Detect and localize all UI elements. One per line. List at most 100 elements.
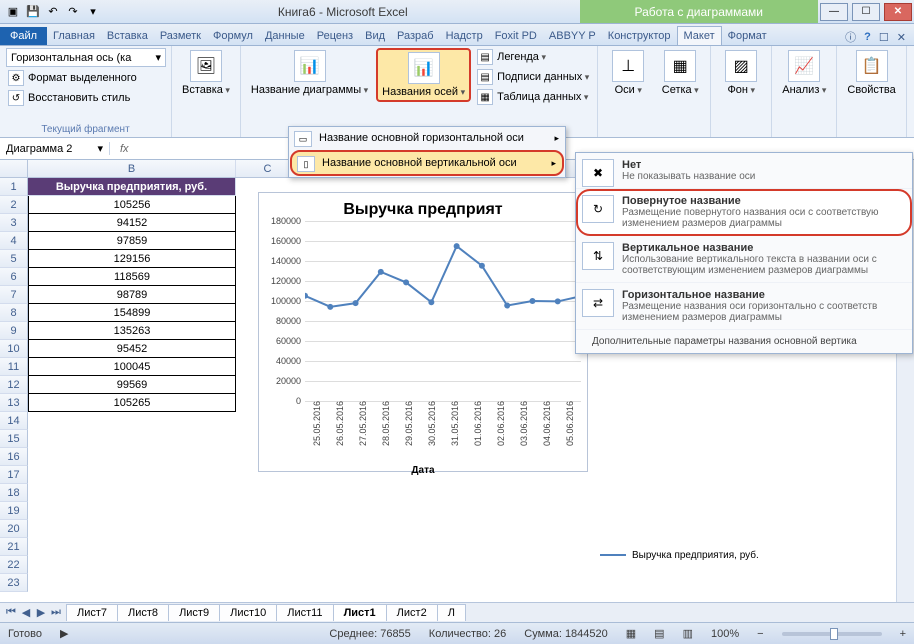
doc-close-icon[interactable]: ✕	[897, 31, 906, 44]
tab-abbyy[interactable]: ABBYY P	[543, 27, 602, 45]
save-icon[interactable]: 💾	[24, 3, 42, 21]
cell[interactable]: 105265	[28, 394, 236, 412]
cell[interactable]: 129156	[28, 250, 236, 268]
cell[interactable]: 94152	[28, 214, 236, 232]
row-header[interactable]: 14	[0, 412, 28, 430]
sheet-tab[interactable]: Л	[437, 604, 466, 621]
tab-format[interactable]: Формат	[722, 27, 773, 45]
row-header[interactable]: 20	[0, 520, 28, 538]
row-header[interactable]: 8	[0, 304, 28, 322]
axis-title-more-options[interactable]: Дополнительные параметры названия основн…	[576, 330, 912, 353]
row-header[interactable]: 18	[0, 484, 28, 502]
tab-insert[interactable]: Вставка	[101, 27, 154, 45]
tab-data[interactable]: Данные	[259, 27, 311, 45]
cell[interactable]: 118569	[28, 268, 236, 286]
row-header[interactable]: 7	[0, 286, 28, 304]
view-pagebreak-icon[interactable]: ▥	[683, 627, 693, 640]
row-header[interactable]: 21	[0, 538, 28, 556]
sheet-tab[interactable]: Лист10	[219, 604, 277, 621]
row-header[interactable]: 2	[0, 196, 28, 214]
row-header[interactable]: 6	[0, 268, 28, 286]
sheet-tab[interactable]: Лист9	[168, 604, 220, 621]
row-header[interactable]: 11	[0, 358, 28, 376]
maximize-button[interactable]: ☐	[852, 3, 880, 21]
row-header[interactable]: 19	[0, 502, 28, 520]
background-button[interactable]: ▨Фон	[717, 48, 765, 98]
insert-button[interactable]: 🖼Вставка	[178, 48, 234, 98]
properties-button[interactable]: 📋Свойства	[843, 48, 899, 98]
axis-title-horizontal[interactable]: ⇄Горизонтальное названиеРазмещение назва…	[576, 283, 912, 330]
row-header[interactable]: 1	[0, 178, 28, 196]
axes-button[interactable]: ⊥Оси	[604, 48, 652, 98]
zoom-in-button[interactable]: +	[900, 628, 906, 640]
qat-more-icon[interactable]: ▾	[84, 3, 102, 21]
col-header-b[interactable]: B	[28, 160, 236, 177]
help-icon[interactable]: ?	[864, 31, 871, 43]
row-header[interactable]: 13	[0, 394, 28, 412]
gridlines-button[interactable]: ▦Сетка	[656, 48, 704, 98]
row-header[interactable]: 9	[0, 322, 28, 340]
tab-developer[interactable]: Разраб	[391, 27, 440, 45]
row-header[interactable]: 4	[0, 232, 28, 250]
tab-page-layout[interactable]: Разметк	[154, 27, 207, 45]
undo-icon[interactable]: ↶	[44, 3, 62, 21]
zoom-slider[interactable]	[782, 632, 882, 636]
zoom-out-button[interactable]: −	[757, 628, 763, 640]
tab-review[interactable]: Реценз	[311, 27, 359, 45]
cell[interactable]: 99569	[28, 376, 236, 394]
tab-view[interactable]: Вид	[359, 27, 391, 45]
analysis-button[interactable]: 📈Анализ	[778, 48, 830, 98]
sheet-nav-next[interactable]: ▶	[34, 606, 48, 619]
row-header[interactable]: 10	[0, 340, 28, 358]
sheet-tab[interactable]: Лист7	[66, 604, 118, 621]
select-all-corner[interactable]	[0, 160, 28, 177]
row-header[interactable]: 16	[0, 448, 28, 466]
doc-restore-icon[interactable]: ☐	[879, 31, 889, 44]
tab-home[interactable]: Главная	[47, 27, 101, 45]
row-header[interactable]: 23	[0, 574, 28, 592]
tab-layout[interactable]: Макет	[677, 26, 722, 45]
axis-titles-button[interactable]: 📊Названия осей	[376, 48, 471, 102]
cell[interactable]: 97859	[28, 232, 236, 250]
sheet-tab[interactable]: Лист11	[276, 604, 333, 621]
cell[interactable]: Выручка предприятия, руб.	[28, 178, 236, 196]
minimize-button[interactable]: —	[820, 3, 848, 21]
v-axis-title-item[interactable]: ▯Название основной вертикальной оси▸	[290, 150, 564, 176]
row-header[interactable]: 12	[0, 376, 28, 394]
macro-record-icon[interactable]: ▶	[60, 627, 68, 640]
row-header[interactable]: 15	[0, 430, 28, 448]
embedded-chart[interactable]: Выручка предприят 0200004000060000800001…	[258, 192, 588, 472]
cell[interactable]: 98789	[28, 286, 236, 304]
view-layout-icon[interactable]: ▤	[654, 627, 664, 640]
sheet-tab[interactable]: Лист2	[386, 604, 438, 621]
cell[interactable]: 105256	[28, 196, 236, 214]
h-axis-title-item[interactable]: ▭Название основной горизонтальной оси▸	[289, 127, 565, 149]
axis-title-rotated[interactable]: ↻Повернутое названиеРазмещение повернуто…	[576, 189, 912, 236]
axis-title-none[interactable]: ✖НетНе показывать название оси	[576, 153, 912, 189]
fx-icon[interactable]: fx	[110, 143, 139, 155]
sheet-nav-prev[interactable]: ◀	[19, 606, 33, 619]
minimize-ribbon-icon[interactable]: ⓘ	[845, 29, 856, 45]
data-table-button[interactable]: ▦Таблица данных	[475, 88, 591, 106]
tab-formulas[interactable]: Формул	[207, 27, 259, 45]
reset-style-button[interactable]: ↺Восстановить стиль	[6, 89, 132, 107]
sheet-nav-last[interactable]: ⏭	[49, 606, 63, 619]
name-box[interactable]: Диаграмма 2▾	[0, 142, 110, 155]
row-header[interactable]: 22	[0, 556, 28, 574]
axis-title-vertical[interactable]: ⇅Вертикальное названиеИспользование верт…	[576, 236, 912, 283]
row-header[interactable]: 17	[0, 466, 28, 484]
chart-element-selector[interactable]: Горизонтальная ось (ка▾	[6, 48, 166, 67]
sheet-tab[interactable]: Лист8	[117, 604, 169, 621]
tab-foxit[interactable]: Foxit PD	[489, 27, 543, 45]
redo-icon[interactable]: ↷	[64, 3, 82, 21]
row-header[interactable]: 5	[0, 250, 28, 268]
view-normal-icon[interactable]: ▦	[626, 627, 636, 640]
tab-design[interactable]: Конструктор	[602, 27, 677, 45]
tab-file[interactable]: Файл	[0, 27, 47, 45]
cell[interactable]: 95452	[28, 340, 236, 358]
cell[interactable]: 100045	[28, 358, 236, 376]
format-selection-button[interactable]: ⚙Формат выделенного	[6, 69, 139, 87]
legend-button[interactable]: ▤Легенда	[475, 48, 591, 66]
sheet-nav-first[interactable]: ⏮	[4, 606, 18, 619]
cell[interactable]: 135263	[28, 322, 236, 340]
